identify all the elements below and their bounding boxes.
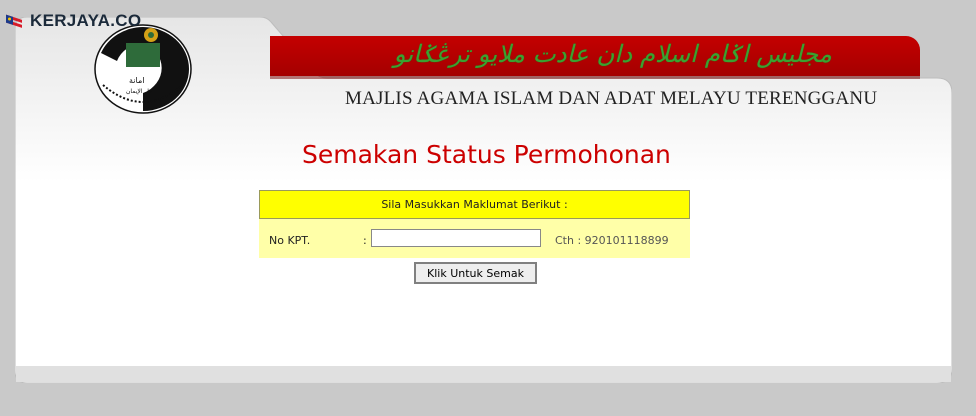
kerjaya-watermark: KERJAYA.CO [4, 8, 141, 34]
page-title: Semakan Status Permohonan [302, 140, 671, 169]
logo-text-mid: دار الإيمان [126, 88, 152, 95]
status-form: Sila Masukkan Maklumat Berikut : No KPT.… [259, 190, 690, 258]
kpt-example: Cth : 920101118899 [555, 234, 669, 247]
submit-button[interactable]: Klik Untuk Semak [414, 262, 537, 284]
logo-text-top: امانة [129, 76, 144, 85]
kpt-colon: : [363, 234, 367, 247]
kpt-label: No KPT. [269, 234, 311, 247]
jawi-title: مجليس اݢام اسلام دان عادت ملايو ترڠݢانو [393, 40, 832, 68]
form-header: Sila Masukkan Maklumat Berikut : [259, 190, 690, 219]
watermark-text: KERJAYA.CO [30, 11, 142, 30]
kpt-input[interactable] [371, 229, 541, 247]
maidam-logo: امانة دار الإيمان [94, 24, 192, 114]
organization-name: MAJLIS AGAMA ISLAM DAN ADAT MELAYU TEREN… [345, 88, 878, 109]
flag-icon [6, 14, 22, 28]
